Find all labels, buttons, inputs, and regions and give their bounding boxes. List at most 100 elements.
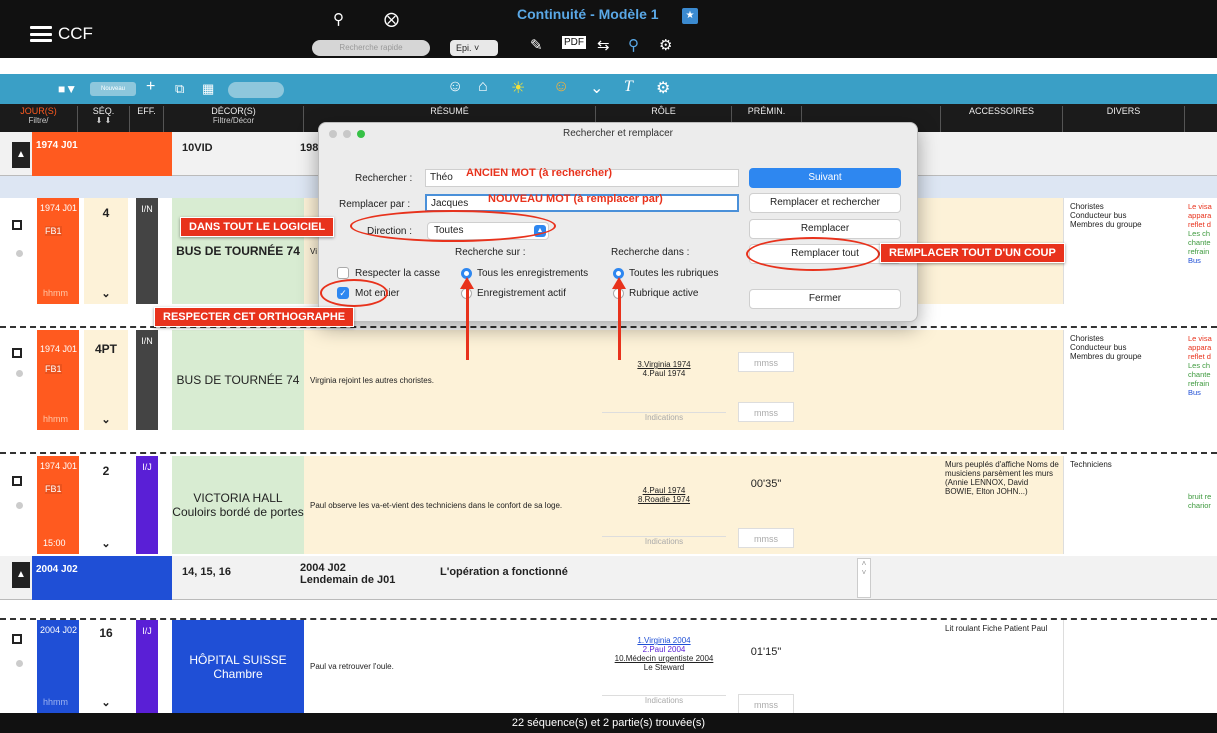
duration-input[interactable]: mmss — [738, 528, 794, 548]
chevron-down-icon[interactable]: ⌄ — [84, 413, 128, 426]
menu-icon[interactable] — [30, 26, 52, 42]
annotation-whole-software: DANS TOUT LE LOGICIEL — [180, 217, 335, 237]
respect-case-checkbox[interactable] — [337, 267, 349, 279]
day-cell[interactable]: 2004 J02 hhmm — [37, 620, 79, 713]
role-cell[interactable]: 1.Virginia 2004 2.Paul 2004 10.Médecin u… — [596, 620, 732, 713]
group-decor: 10VID — [182, 142, 213, 154]
scene-row[interactable]: 1974 J01 FB1 15:00 2 ⌄ I/J VICTORIA HALL… — [0, 456, 1217, 556]
day-cell[interactable]: 1974 J01 FB1 hhmm — [37, 198, 79, 304]
user-settings-icon[interactable]: ⚙ — [659, 36, 672, 54]
clear-format-icon[interactable]: T — [624, 78, 633, 96]
seq-cell[interactable]: 4PT ⌄ — [84, 330, 128, 430]
scene-row[interactable]: 1974 J01 FB1 hhmm 4PT ⌄ I/N BUS DE TOURN… — [0, 330, 1217, 432]
duration-value[interactable]: 00'35" — [738, 478, 794, 490]
next-button[interactable]: Suivant — [749, 168, 901, 188]
seq-cell[interactable]: 16 ⌄ — [84, 620, 128, 713]
resume-cell[interactable]: Paul va retrouver l'oule. — [304, 620, 596, 713]
pdf-icon[interactable]: PDF — [562, 36, 586, 49]
decor-cell[interactable]: BUS DE TOURNÉE 74 — [172, 330, 304, 430]
replace-and-search-button[interactable]: Remplacer et rechercher — [749, 193, 901, 213]
accessoires-cell[interactable]: Lit roulant Fiche Patient Paul — [941, 620, 1063, 713]
face-icon[interactable]: ☺ — [447, 78, 463, 96]
row-checkbox[interactable] — [12, 476, 22, 486]
search-on-label: Recherche sur : — [455, 247, 526, 258]
chevron-down-icon[interactable]: ⌄ — [84, 537, 128, 550]
col-decor[interactable]: DÉCOR(S) Filtre/Décor — [164, 106, 304, 132]
toggle-pill[interactable] — [228, 82, 284, 98]
decor-cell[interactable]: HÔPITAL SUISSE Chambre — [172, 620, 304, 713]
divers-cell[interactable] — [1063, 620, 1185, 713]
document-title: Continuité - Modèle 1 — [517, 6, 659, 22]
row-checkbox[interactable] — [12, 220, 22, 230]
chevron-down-icon[interactable]: ⌄ — [84, 696, 128, 709]
duration-input[interactable]: mmss — [738, 402, 794, 422]
clear-icon[interactable]: ⨂ — [384, 10, 399, 28]
resume-cell[interactable]: Virginia rejoint les autres choristes. — [304, 330, 596, 430]
favorite-star-icon[interactable]: ★ — [682, 8, 698, 24]
search-icon[interactable]: ⚲ — [333, 10, 344, 28]
decor-cell[interactable]: VICTORIA HALL Couloirs bordé de portes — [172, 456, 304, 554]
quick-search-input[interactable]: Recherche rapide — [312, 40, 430, 56]
filter-icon[interactable]: ⚲ — [628, 36, 639, 54]
duration-input[interactable]: mmss — [738, 694, 794, 714]
swap-icon[interactable]: ⇆ — [597, 36, 610, 54]
resume-cell[interactable]: Paul observe les va-et-vient des technic… — [304, 456, 596, 554]
annotation-oval-direction — [350, 210, 556, 242]
decor-cell[interactable]: BUS DE TOURNÉE 74 — [172, 198, 304, 304]
scroll-arrows[interactable]: ˄ ˅ — [857, 558, 871, 598]
role-cell[interactable]: 4.Paul 1974 8.Roadie 1974 Indications — [596, 456, 732, 554]
seq-cell[interactable]: 2 ⌄ — [84, 456, 128, 554]
col-accessoires[interactable]: ACCESSOIRES — [941, 106, 1063, 132]
duration-input[interactable]: mmss — [738, 352, 794, 372]
smiley-icon[interactable]: ☺ — [553, 78, 569, 96]
chevron-down-icon[interactable]: ⌄ — [590, 78, 603, 98]
duplicate-icon[interactable]: ⧉ — [175, 81, 184, 97]
row-checkbox[interactable] — [12, 634, 22, 644]
accessoires-cell[interactable] — [941, 330, 1063, 430]
eff-cell[interactable]: I/J — [136, 456, 158, 554]
divers-cell[interactable]: Choristes Conducteur bus Membres du grou… — [1063, 330, 1185, 430]
status-dot — [16, 660, 23, 667]
sun-icon[interactable]: ☀ — [511, 78, 525, 98]
divers-cell[interactable]: Choristes Conducteur bus Membres du grou… — [1063, 198, 1185, 304]
collapse-toggle-icon[interactable]: ▲ — [12, 562, 30, 588]
new-record-select[interactable]: Nouveau — [90, 82, 136, 96]
add-icon[interactable]: + — [146, 78, 155, 96]
gear-icon[interactable]: ⚙ — [656, 78, 670, 98]
eff-cell[interactable]: I/J — [136, 620, 158, 713]
scene-row[interactable]: 2004 J02 hhmm 16 ⌄ I/J HÔPITAL SUISSE Ch… — [0, 618, 1217, 714]
chevron-down-icon[interactable]: ⌄ — [84, 287, 128, 300]
status-dot — [16, 502, 23, 509]
empty-cell — [802, 330, 941, 430]
col-divers[interactable]: DIVERS — [1063, 106, 1185, 132]
edit-icon[interactable]: ✎ — [530, 36, 543, 54]
role-cell[interactable]: 3.Virginia 1974 4.Paul 1974 Indications — [596, 330, 732, 430]
col-jour[interactable]: JOUR(S) Filtre/ — [0, 106, 78, 132]
collapse-toggle-icon[interactable]: ▲ — [12, 142, 30, 168]
extra-cell[interactable]: Le visa appara reflet d Les ch chante re… — [1185, 198, 1217, 304]
close-button[interactable]: Fermer — [749, 289, 901, 309]
extra-cell[interactable]: bruit re charior — [1185, 456, 1217, 554]
col-seq[interactable]: SÉQ. ⬇ ⬇ — [78, 106, 130, 132]
app-logo[interactable]: CCF — [30, 24, 93, 44]
day-cell[interactable]: 1974 J01 FB1 15:00 — [37, 456, 79, 554]
status-bar: 22 séquence(s) et 2 partie(s) trouvée(s) — [0, 713, 1217, 733]
row-checkbox[interactable] — [12, 348, 22, 358]
episode-select[interactable]: Epi. ˅ — [450, 40, 498, 56]
extra-cell[interactable]: Le visa appara reflet d Les ch chante re… — [1185, 330, 1217, 430]
seq-cell[interactable]: 4 ⌄ — [84, 198, 128, 304]
divers-cell[interactable]: Techniciens — [1063, 456, 1185, 554]
home-icon[interactable]: ⌂ — [478, 78, 488, 96]
search-in-label: Recherche dans : — [611, 247, 690, 258]
duration-value[interactable]: 01'15" — [738, 646, 794, 658]
row-separator — [0, 452, 1217, 454]
day-cell[interactable]: 1974 J01 FB1 hhmm — [37, 330, 79, 430]
replace-button[interactable]: Remplacer — [749, 219, 901, 239]
col-eff[interactable]: EFF. — [130, 106, 164, 132]
checkbox-dropdown-icon[interactable]: ■▼ — [58, 82, 77, 96]
accessoires-cell[interactable]: Murs peuplés d'affiche Noms de musiciens… — [941, 456, 1063, 554]
annotation-arrow — [466, 288, 469, 360]
eff-cell[interactable]: I/N — [136, 198, 158, 304]
eff-cell[interactable]: I/N — [136, 330, 158, 430]
grid-icon[interactable]: ▦ — [202, 81, 214, 97]
